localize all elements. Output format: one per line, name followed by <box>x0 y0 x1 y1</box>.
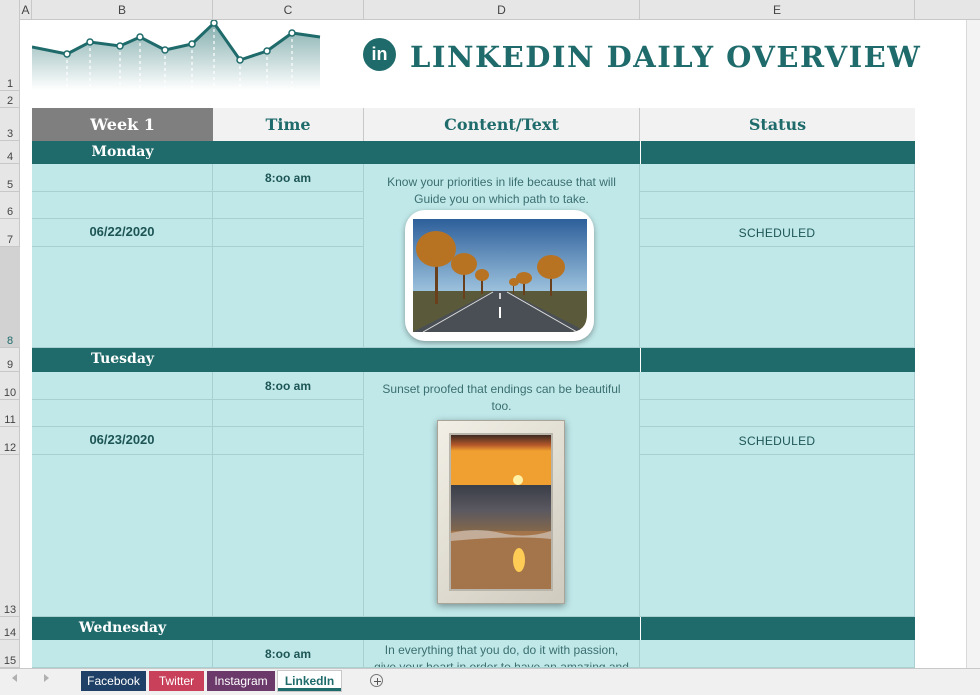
cell-e5[interactable] <box>640 164 915 192</box>
cell-b12[interactable]: 06/23/2020 <box>32 427 213 455</box>
header-status-cell[interactable]: Status <box>640 108 915 141</box>
cell-c11[interactable] <box>213 400 364 427</box>
cell-c8[interactable] <box>213 247 364 348</box>
cell-c12[interactable] <box>213 427 364 455</box>
row-header-7[interactable]: 7 <box>0 219 20 247</box>
cell-e7[interactable]: SCHEDULED <box>640 219 915 247</box>
row-header-6[interactable]: 6 <box>0 192 20 219</box>
date-tuesday: 06/23/2020 <box>89 432 155 447</box>
row-header-14[interactable]: 14 <box>0 617 20 640</box>
row-header-12[interactable]: 12 <box>0 427 20 455</box>
cell-c6[interactable] <box>213 192 364 219</box>
row-header-15[interactable]: 15 <box>0 640 20 668</box>
cell-e8[interactable] <box>640 247 915 348</box>
row-header-10[interactable]: 10 <box>0 372 20 400</box>
cell-b10[interactable] <box>32 372 213 400</box>
date-monday: 06/22/2020 <box>89 224 155 239</box>
day-band-status-wednesday[interactable] <box>641 617 915 640</box>
day-name-wednesday: Wednesday <box>78 620 167 636</box>
row-header-5[interactable]: 5 <box>0 164 20 192</box>
tab-instagram[interactable]: Instagram <box>207 671 275 691</box>
day-band-monday[interactable]: Monday <box>32 141 640 164</box>
content-tuesday: Sunset proofed that endings can be beaut… <box>382 382 621 413</box>
status-monday: SCHEDULED <box>738 226 816 240</box>
cell-b8[interactable] <box>32 247 213 348</box>
header-week-cell[interactable]: Week 1 <box>32 108 213 141</box>
cell-e10[interactable] <box>640 372 915 400</box>
column-header-d[interactable]: D <box>364 0 640 20</box>
row-header-8[interactable]: 8 <box>0 247 20 348</box>
header-week-label: Week 1 <box>90 115 155 134</box>
sheet-tab-bar <box>0 668 980 695</box>
header-content-label: Content/Text <box>444 115 559 134</box>
vertical-scrollbar[interactable] <box>966 20 980 668</box>
day-name-tuesday: Tuesday <box>90 351 155 367</box>
column-header-b[interactable]: B <box>32 0 213 20</box>
day-band-status-monday[interactable] <box>641 141 915 164</box>
header-time-label: Time <box>265 115 311 134</box>
content-monday: Know your priorities in life because tha… <box>387 175 616 206</box>
linkedin-logo-icon: in <box>363 38 396 71</box>
cell-e13[interactable] <box>640 455 915 617</box>
row-header-11[interactable]: 11 <box>0 400 20 427</box>
cell-b15[interactable] <box>32 640 213 668</box>
column-header-c[interactable]: C <box>213 0 364 20</box>
row-header-4[interactable]: 4 <box>0 141 20 164</box>
tree-lined-road-photo[interactable] <box>405 210 594 341</box>
cell-c5[interactable]: 8:oo am <box>213 164 364 192</box>
photo-frame-border <box>449 433 553 591</box>
triangle-right-icon[interactable] <box>44 674 49 682</box>
cell-b6[interactable] <box>32 192 213 219</box>
sunset-over-sea-photo[interactable] <box>437 420 565 604</box>
page-title: LINKEDIN DAILY OVERVIEW <box>410 40 922 74</box>
cell-e6[interactable] <box>640 192 915 219</box>
cell-b11[interactable] <box>32 400 213 427</box>
row-header-3[interactable]: 3 <box>0 108 20 141</box>
header-content-cell[interactable]: Content/Text <box>364 108 640 141</box>
cell-c13[interactable] <box>213 455 364 617</box>
day-band-wednesday[interactable]: Wednesday <box>32 617 640 640</box>
cell-c15[interactable]: 8:oo am <box>213 640 364 668</box>
row-header-2[interactable]: 2 <box>0 91 20 108</box>
triangle-left-icon[interactable] <box>12 674 17 682</box>
column-header-e[interactable]: E <box>640 0 915 20</box>
row-header-9[interactable]: 9 <box>0 348 20 372</box>
cell-b7[interactable]: 06/22/2020 <box>32 219 213 247</box>
decorative-line-graphic <box>32 20 321 90</box>
column-header-a[interactable]: A <box>20 0 32 20</box>
select-all-corner[interactable] <box>0 0 20 20</box>
time-monday: 8:oo am <box>264 171 311 185</box>
cell-d15[interactable]: In everything that you do, do it with pa… <box>364 640 640 668</box>
cell-c7[interactable] <box>213 219 364 247</box>
day-name-monday: Monday <box>91 144 154 160</box>
content-wednesday: In everything that you do, do it with pa… <box>374 643 629 668</box>
tab-linkedin[interactable]: LinkedIn <box>278 671 341 691</box>
status-tuesday: SCHEDULED <box>738 434 816 448</box>
day-band-tuesday[interactable]: Tuesday <box>32 348 640 372</box>
cell-e15[interactable] <box>640 640 915 668</box>
cell-e11[interactable] <box>640 400 915 427</box>
header-time-cell[interactable]: Time <box>213 108 364 141</box>
plus-circle-icon[interactable] <box>370 674 383 687</box>
cell-b13[interactable] <box>32 455 213 617</box>
header-status-label: Status <box>748 115 807 134</box>
row-header-1[interactable]: 1 <box>0 20 20 91</box>
cell-e12[interactable]: SCHEDULED <box>640 427 915 455</box>
time-wednesday: 8:oo am <box>264 647 311 661</box>
plus-vertical-stroke <box>377 678 378 685</box>
road-photo-image <box>413 219 587 332</box>
row-header-13[interactable]: 13 <box>0 455 20 617</box>
tab-facebook[interactable]: Facebook <box>81 671 146 691</box>
tab-twitter[interactable]: Twitter <box>149 671 204 691</box>
day-band-status-tuesday[interactable] <box>641 348 915 372</box>
time-tuesday: 8:oo am <box>264 379 311 393</box>
cell-b5[interactable] <box>32 164 213 192</box>
cell-c10[interactable]: 8:oo am <box>213 372 364 400</box>
